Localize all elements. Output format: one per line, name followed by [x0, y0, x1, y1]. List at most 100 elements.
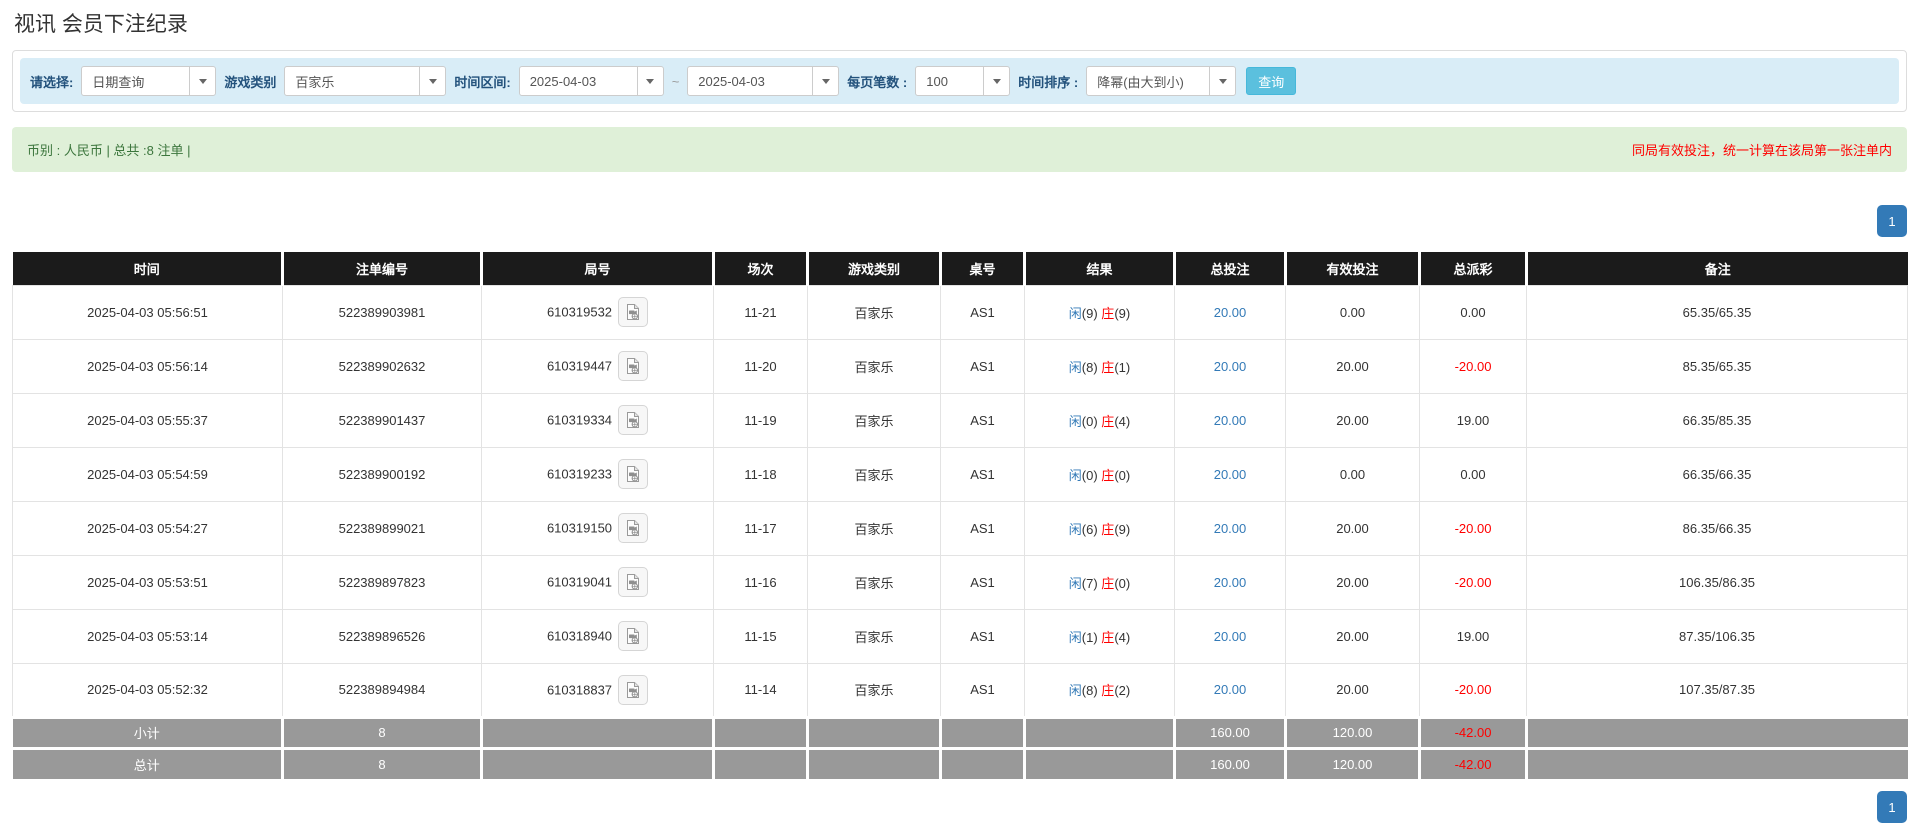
total-bet-link[interactable]: 20.00: [1214, 413, 1247, 428]
total-bet-link[interactable]: 20.00: [1214, 359, 1247, 374]
table-row: 2025-04-03 05:56:14 522389902632 610319447…: [12, 338, 1908, 394]
total-bet-link[interactable]: 20.00: [1214, 575, 1247, 590]
player-result-value: (8): [1081, 359, 1102, 375]
banker-result-label: 庄: [1101, 359, 1115, 375]
chevron-down-icon: [419, 67, 445, 95]
cell-valid-bet: 20.00: [1285, 392, 1420, 448]
cell-game-type: 百家乐: [807, 500, 941, 556]
page-button-1[interactable]: 1: [1877, 205, 1907, 237]
cell-total-bet: 20.00: [1174, 338, 1286, 394]
cell-round-id: 610319532: [481, 284, 714, 340]
banker-result-label: 庄: [1101, 683, 1115, 698]
cell-result: 闲(9) 庄(9): [1024, 284, 1175, 340]
time-sort-dropdown[interactable]: 降幂(由大到小): [1086, 66, 1237, 96]
cell-bet-id: 522389897823: [282, 554, 482, 610]
total-bet-link[interactable]: 20.00: [1214, 305, 1247, 320]
cell-session: 11-18: [713, 446, 808, 502]
cell-remark: 66.35/85.35: [1526, 392, 1908, 448]
banker-result-value: (9): [1114, 305, 1131, 321]
player-result-label: 闲: [1068, 413, 1082, 429]
cell-result: 闲(7) 庄(0): [1024, 554, 1175, 610]
cell-total-payout: -20.00: [1419, 338, 1527, 394]
table-header-row: 时间 注单编号 局号 场次 游戏类别 桌号 结果 总投注 有效投注 总派彩 备注: [12, 252, 1908, 285]
cell-remark: 87.35/106.35: [1526, 608, 1908, 664]
total-bet-link[interactable]: 20.00: [1214, 682, 1247, 697]
table-row: 2025-04-03 05:55:37 522389901437 610319334…: [12, 392, 1908, 448]
cell-table-no: AS1: [940, 608, 1025, 664]
cell-bet-id: 522389896526: [282, 608, 482, 664]
cell-remark: 107.35/87.35: [1526, 662, 1908, 718]
cell-game-type: 百家乐: [807, 446, 941, 502]
banker-result-value: (1): [1114, 359, 1131, 375]
query-type-dropdown[interactable]: 日期查询: [81, 66, 217, 96]
sum-valid-bet: 120.00: [1284, 746, 1420, 779]
video-replay-button[interactable]: [618, 297, 649, 327]
video-replay-button[interactable]: [618, 567, 649, 597]
col-header-time: 时间: [12, 252, 283, 285]
sum-empty-game: [806, 715, 941, 748]
total-bet-link[interactable]: 20.00: [1214, 629, 1247, 644]
cell-game-type: 百家乐: [807, 284, 941, 340]
time-sort-value: 降幂(由大到小): [1097, 74, 1184, 90]
banker-result-label: 庄: [1101, 575, 1115, 591]
video-replay-button[interactable]: [618, 674, 649, 705]
cell-game-type: 百家乐: [807, 608, 941, 664]
cell-table-no: AS1: [940, 500, 1025, 556]
pagination-top: 1: [12, 205, 1907, 237]
summary-bar: 币别 : 人民币 | 总共 :8 注单 | 同局有效投注，统一计算在该局第一张注…: [12, 127, 1907, 172]
date-to-dropdown[interactable]: 2025-04-03: [687, 66, 840, 96]
cell-table-no: AS1: [940, 392, 1025, 448]
cell-table-no: AS1: [940, 554, 1025, 610]
video-replay-button[interactable]: [618, 459, 649, 489]
game-type-label: 游戏类别: [224, 74, 277, 90]
table-row: 2025-04-03 05:53:51 522389897823 610319041…: [12, 554, 1908, 610]
player-result-label: 闲: [1068, 359, 1082, 375]
video-file-icon: [627, 466, 640, 482]
round-id-text: 610319041: [546, 574, 613, 590]
player-result-value: (9): [1081, 305, 1102, 321]
game-type-dropdown[interactable]: 百家乐: [284, 66, 447, 96]
player-result-label: 闲: [1068, 629, 1082, 645]
cell-time: 2025-04-03 05:53:14: [12, 608, 283, 664]
video-replay-button[interactable]: [618, 513, 649, 543]
cell-result: 闲(1) 庄(4): [1024, 608, 1175, 664]
banker-result-value: (0): [1114, 575, 1131, 591]
cell-session: 11-14: [713, 662, 808, 718]
search-button[interactable]: 查询: [1246, 67, 1297, 95]
sum-empty-session: [712, 746, 808, 779]
sum-count: 8: [281, 746, 482, 779]
video-replay-button[interactable]: [618, 351, 649, 381]
page-button-1[interactable]: 1: [1877, 791, 1907, 823]
cell-session: 11-16: [713, 554, 808, 610]
video-file-icon: [627, 304, 640, 320]
cell-total-bet: 20.00: [1174, 608, 1286, 664]
total-bet-link[interactable]: 20.00: [1214, 521, 1247, 536]
page-size-dropdown[interactable]: 100: [915, 66, 1011, 96]
col-header-bet-id: 注单编号: [281, 252, 482, 285]
sum-empty-remark: [1525, 746, 1908, 779]
video-file-icon: [627, 681, 640, 698]
table-body: 2025-04-03 05:56:51 522389903981 610319532…: [12, 284, 1908, 779]
cell-session: 11-15: [713, 608, 808, 664]
cell-table-no: AS1: [940, 284, 1025, 340]
round-id-text: 610318837: [546, 682, 613, 697]
sum-label: 小计: [12, 715, 283, 748]
cell-total-bet: 20.00: [1174, 284, 1286, 340]
date-from-dropdown[interactable]: 2025-04-03: [518, 66, 664, 96]
sum-valid-bet: 120.00: [1284, 715, 1420, 748]
banker-result-value: (9): [1114, 521, 1131, 537]
player-result-label: 闲: [1068, 683, 1082, 698]
video-replay-button[interactable]: [618, 621, 649, 651]
cell-bet-id: 522389902632: [282, 338, 482, 394]
game-type-value: 百家乐: [295, 74, 335, 90]
cell-session: 11-17: [713, 500, 808, 556]
cell-bet-id: 522389900192: [282, 446, 482, 502]
query-type-value: 日期查询: [92, 74, 145, 90]
total-bet-link[interactable]: 20.00: [1214, 467, 1247, 482]
cell-round-id: 610318940: [481, 608, 714, 664]
sum-empty-round: [480, 715, 714, 748]
cell-remark: 106.35/86.35: [1526, 554, 1908, 610]
cell-total-payout: 19.00: [1419, 608, 1527, 664]
video-replay-button[interactable]: [618, 405, 649, 435]
col-header-table-no: 桌号: [939, 252, 1025, 285]
